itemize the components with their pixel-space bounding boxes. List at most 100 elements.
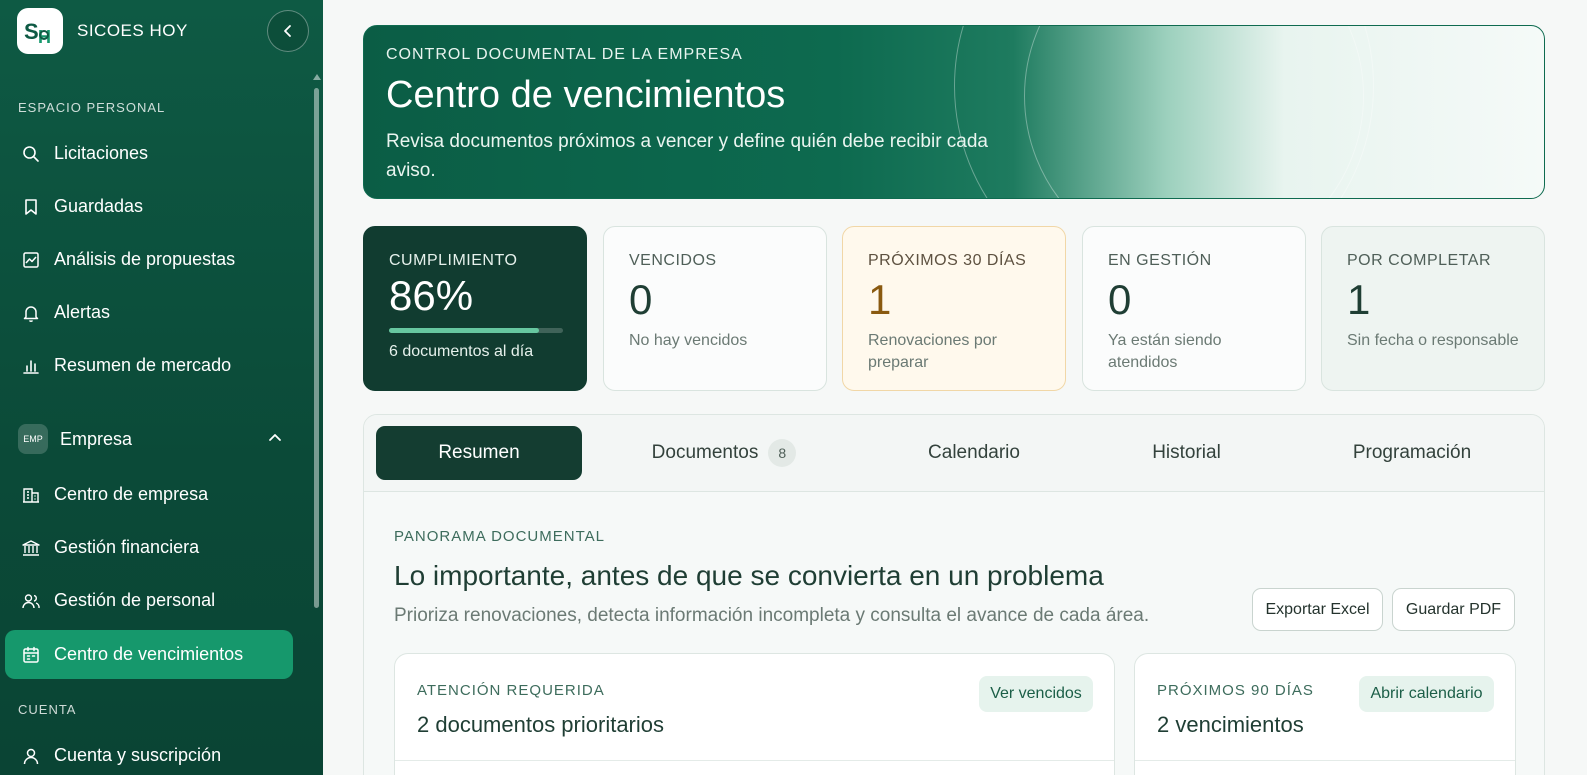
overview-kicker: PANORAMA DOCUMENTAL <box>394 528 605 545</box>
empresa-label: Empresa <box>60 428 133 449</box>
attention-card: ATENCIÓN REQUERIDA 2 documentos priorita… <box>394 653 1115 775</box>
users-icon <box>22 593 40 608</box>
scroll-up-arrow[interactable] <box>313 74 321 80</box>
stat-sub: Renovaciones por preparar <box>868 332 997 371</box>
stat-card-in-progress[interactable]: EN GESTIÓN 0 Ya están siendo atendidos <box>1082 226 1306 391</box>
stat-sub: 6 documentos al día <box>389 343 534 360</box>
sidebar-item-label: Resumen de mercado <box>54 355 232 375</box>
bell-icon <box>23 305 39 322</box>
stat-card-to-complete[interactable]: POR COMPLETAR 1 Sin fecha o responsable <box>1321 226 1545 391</box>
sidebar-scrollbar[interactable] <box>313 74 321 774</box>
next-90-card: PRÓXIMOS 90 DÍAS 2 vencimientos Abrir ca… <box>1134 653 1516 775</box>
stat-value: 0 <box>629 276 653 323</box>
stat-card-expired[interactable]: VENCIDOS 0 No hay vencidos <box>603 226 827 391</box>
collapse-sidebar-button[interactable] <box>267 10 309 52</box>
sidebar-item-cuenta[interactable]: Cuenta y suscripción <box>5 731 293 775</box>
tab-historial[interactable]: Historial <box>1124 426 1249 480</box>
empresa-badge: EMP <box>18 424 48 454</box>
logo-mark: S H <box>24 19 51 47</box>
compliance-progress-bar <box>389 328 563 333</box>
sidebar-item-label: Licitaciones <box>54 143 149 163</box>
sidebar-item-label: Centro de vencimientos <box>54 644 244 664</box>
sidebar-item-label: Gestión financiera <box>54 537 200 557</box>
chevron-up-icon[interactable] <box>268 431 282 445</box>
tab-resumen[interactable]: Resumen <box>376 426 582 480</box>
tab-documentos[interactable]: Documentos 8 <box>634 426 814 480</box>
building-icon <box>23 487 39 503</box>
bar-chart-icon <box>23 359 39 374</box>
save-pdf-button[interactable]: Guardar PDF <box>1392 588 1515 631</box>
sidebar-item-licitaciones[interactable]: Licitaciones <box>5 129 293 178</box>
stat-label: VENCIDOS <box>629 252 717 269</box>
hero-decoration-circle <box>1024 26 1364 198</box>
stat-card-next-30[interactable]: PRÓXIMOS 30 DÍAS 1 Renovaciones por prep… <box>842 226 1066 391</box>
search-icon <box>23 145 39 162</box>
stat-label: CUMPLIMIENTO <box>389 252 518 269</box>
card-divider <box>1135 760 1515 761</box>
sidebar-item-analisis[interactable]: Análisis de propuestas <box>5 235 293 284</box>
open-calendar-button[interactable]: Abrir calendario <box>1359 676 1494 712</box>
sidebar-item-resumen-mercado[interactable]: Resumen de mercado <box>5 341 293 390</box>
stat-label: EN GESTIÓN <box>1108 252 1212 269</box>
tab-label: Historial <box>1152 442 1221 463</box>
overview-description: Prioriza renovaciones, detecta informaci… <box>394 605 1150 626</box>
sidebar-item-label: Guardadas <box>54 196 144 216</box>
stat-value: 86% <box>389 272 474 319</box>
stat-value: 0 <box>1108 276 1132 323</box>
sidebar-item-centro-empresa[interactable]: Centro de empresa <box>5 470 293 519</box>
sidebar-group-empresa[interactable]: EMP Empresa <box>18 423 282 455</box>
bank-icon <box>22 539 40 556</box>
sidebar-item-label: Alertas <box>54 302 111 322</box>
tab-label: Calendario <box>928 442 1020 463</box>
section-label-personal: ESPACIO PERSONAL <box>18 100 166 115</box>
stat-sub: Sin fecha o responsable <box>1347 332 1519 349</box>
tab-programacion[interactable]: Programación <box>1332 426 1492 480</box>
sidebar-item-label: Centro de empresa <box>54 484 209 504</box>
next-90-kicker: PRÓXIMOS 90 DÍAS <box>1157 682 1314 699</box>
attention-kicker: ATENCIÓN REQUERIDA <box>417 682 605 699</box>
bookmark-icon <box>25 198 37 215</box>
chevron-left-icon <box>284 25 291 37</box>
overview-title: Lo importante, antes de que se convierta… <box>394 560 1104 591</box>
hero-banner: CONTROL DOCUMENTAL DE LA EMPRESA Centro … <box>363 25 1545 199</box>
attention-title: 2 documentos prioritarios <box>417 712 665 737</box>
sidebar-item-label: Cuenta y suscripción <box>54 745 222 765</box>
sidebar-item-gestion-personal[interactable]: Gestión de personal <box>5 576 293 625</box>
sidebar: S H SICOES HOY ESPACIO PERSONAL Licitaci… <box>0 0 323 775</box>
tab-label: Resumen <box>438 442 520 463</box>
view-expired-button[interactable]: Ver vencidos <box>979 676 1093 712</box>
stat-sub: No hay vencidos <box>629 332 748 349</box>
logo-letter-s: S <box>24 19 39 44</box>
stat-label: PRÓXIMOS 30 DÍAS <box>868 252 1027 269</box>
sidebar-item-centro-vencimientos[interactable]: Centro de vencimientos <box>5 630 293 679</box>
tab-label: Programación <box>1352 442 1472 463</box>
user-icon <box>23 748 39 764</box>
tab-label: Documentos <box>651 442 759 463</box>
next-90-title: 2 vencimientos <box>1157 712 1304 737</box>
sidebar-item-alertas[interactable]: Alertas <box>5 288 293 337</box>
hero-description: Revisa documentos próximos a vencer y de… <box>386 131 988 181</box>
stat-label: POR COMPLETAR <box>1347 252 1491 269</box>
brand[interactable]: S H SICOES HOY <box>17 8 188 54</box>
tab-bar: Resumen Documentos 8 Calendario Historial… <box>364 415 1544 492</box>
scroll-thumb[interactable] <box>314 88 319 608</box>
export-excel-button[interactable]: Exportar Excel <box>1252 588 1383 631</box>
app-logo: S H <box>17 8 63 54</box>
documents-count-badge: 8 <box>768 439 797 467</box>
tab-calendario[interactable]: Calendario <box>904 426 1044 480</box>
compliance-progress-fill <box>389 328 539 333</box>
page-title: Centro de vencimientos <box>386 74 786 116</box>
stat-card-compliance[interactable]: CUMPLIMIENTO 86% 6 documentos al día <box>363 226 587 391</box>
main-panel: Resumen Documentos 8 Calendario Historial… <box>363 414 1545 775</box>
sidebar-item-guardadas[interactable]: Guardadas <box>5 182 293 231</box>
brand-name: SICOES HOY <box>77 21 188 40</box>
chart-line-icon <box>23 251 39 268</box>
calendar-icon <box>23 646 39 663</box>
stat-value: 1 <box>1347 276 1371 323</box>
sidebar-item-gestion-financiera[interactable]: Gestión financiera <box>5 523 293 572</box>
sidebar-item-label: Gestión de personal <box>54 590 216 610</box>
sidebar-item-label: Análisis de propuestas <box>54 249 236 269</box>
stat-sub: Ya están siendo atendidos <box>1108 332 1222 371</box>
hero-kicker: CONTROL DOCUMENTAL DE LA EMPRESA <box>386 46 743 63</box>
card-divider <box>395 760 1114 761</box>
